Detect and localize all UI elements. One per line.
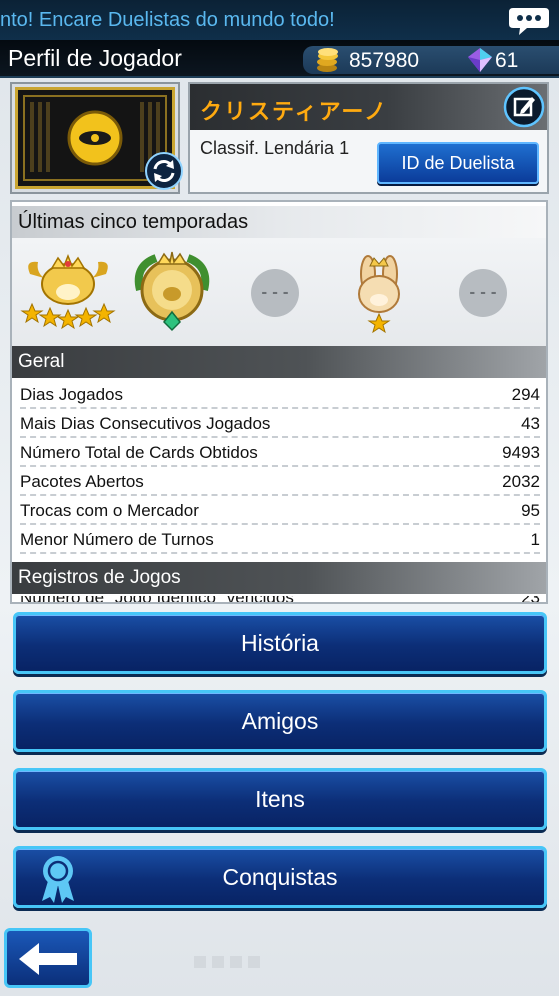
name-strip: クリスティアーノ — [190, 84, 547, 130]
registros-header: Registros de Jogos — [12, 562, 546, 594]
player-info-panel: クリスティアーノ Classif. Lendária 1 ID de Dueli… — [188, 82, 549, 194]
stat-row-partial: Número de "Jogo Idêntico" vencidos 23 — [20, 596, 540, 602]
stat-row: Número Total de Cards Obtidos 9493 — [20, 438, 540, 467]
achievements-button[interactable]: Conquistas — [13, 846, 547, 908]
stat-label: Pacotes Abertos — [20, 472, 144, 491]
stat-value: 294 — [511, 385, 540, 404]
back-button[interactable] — [4, 928, 92, 988]
stat-value: 2032 — [502, 472, 540, 491]
seasons-medals: - - - - - - — [12, 238, 546, 346]
legend-rank-medal-icon — [134, 251, 210, 332]
header-bar: Perfil de Jogador 857980 61 — [0, 40, 559, 78]
page-title: Perfil de Jogador — [8, 45, 182, 71]
stat-label: Número Total de Cards Obtidos — [20, 443, 258, 462]
currency-display: 857980 61 — [303, 46, 559, 74]
player-name: クリスティアーノ — [200, 99, 389, 124]
gold-amount: 857980 — [349, 49, 420, 72]
stat-value: 1 — [530, 530, 540, 549]
stat-row: Trocas com o Mercador 95 — [20, 496, 540, 525]
chat-icon[interactable] — [507, 4, 551, 38]
stat-value: 23 — [521, 596, 540, 602]
rank-label: Classif. Lendária 1 — [200, 138, 350, 158]
stat-row: Mais Dias Consecutivos Jogados 43 — [20, 409, 540, 438]
stat-row: Dias Jogados 294 — [20, 380, 540, 409]
ribbon-icon — [42, 856, 74, 903]
decorative-pattern — [194, 956, 260, 968]
history-button[interactable]: História — [13, 612, 547, 674]
empty-season-slot-icon: - - - — [251, 269, 299, 317]
empty-season-slot-icon: - - - — [459, 269, 507, 317]
stat-label: Dias Jogados — [20, 385, 124, 404]
gem-icon — [468, 48, 492, 72]
stat-value: 43 — [521, 414, 540, 433]
stat-row: Pacotes Abertos 2032 — [20, 467, 540, 496]
king-rank-medal-icon — [20, 254, 116, 330]
stat-value: 95 — [521, 501, 540, 520]
rabbit-rank-medal-icon — [358, 255, 400, 334]
seasons-header: Últimas cinco temporadas — [12, 206, 546, 238]
avatar-frame[interactable] — [10, 82, 183, 194]
stat-label: Mais Dias Consecutivos Jogados — [20, 414, 271, 433]
svg-text:- - -: - - - — [469, 285, 496, 301]
ticker-text: nto! Encare Duelistas do mundo todo! — [0, 9, 335, 31]
gold-coin-icon — [317, 48, 338, 72]
geral-header: Geral — [12, 346, 546, 378]
achievements-label: Conquistas — [222, 864, 338, 890]
stat-label: Menor Número de Turnos — [20, 530, 214, 549]
stats-panel[interactable]: Últimas cinco temporadas - - - - - - Ger… — [10, 200, 548, 604]
items-button[interactable]: Itens — [13, 768, 547, 830]
stat-label: Número de "Jogo Idêntico" vencidos — [20, 596, 294, 602]
duelist-id-button[interactable]: ID de Duelista — [377, 142, 539, 184]
arrow-left-icon — [19, 943, 77, 975]
stat-value: 9493 — [502, 443, 540, 462]
edit-icon[interactable] — [503, 86, 545, 128]
gem-amount: 61 — [495, 49, 519, 72]
news-ticker: nto! Encare Duelistas do mundo todo! — [0, 0, 559, 40]
stat-row: Menor Número de Turnos 1 — [20, 525, 540, 554]
friends-button[interactable]: Amigos — [13, 690, 547, 752]
refresh-icon[interactable] — [144, 151, 184, 191]
svg-text:- - -: - - - — [261, 285, 288, 301]
stat-label: Trocas com o Mercador — [20, 501, 199, 520]
